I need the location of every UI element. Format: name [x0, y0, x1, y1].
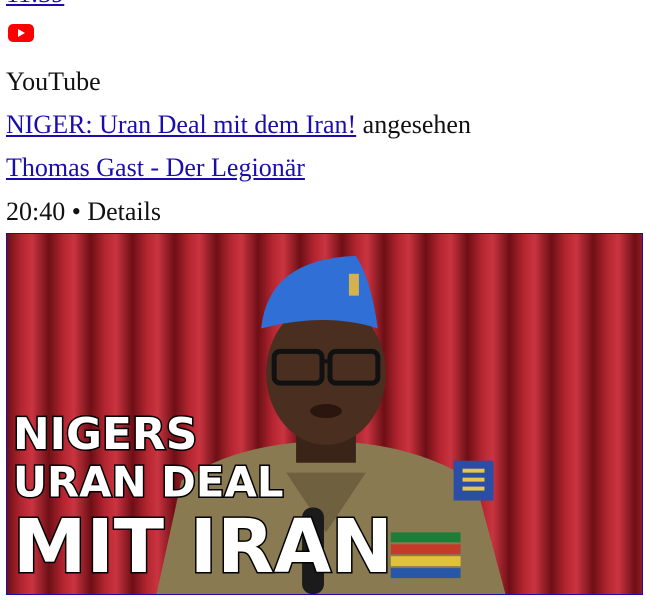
- top-cut-time-link[interactable]: 11:39: [6, 0, 64, 10]
- activity-time: 20:40: [6, 197, 66, 226]
- details-link[interactable]: Details: [87, 197, 161, 226]
- thumbnail-overlay-line-1: NIGERS: [13, 409, 197, 460]
- channel-link[interactable]: Thomas Gast - Der Legionär: [6, 153, 305, 182]
- youtube-icon: [8, 24, 34, 42]
- meta-line: 20:40 • Details: [6, 196, 161, 228]
- video-thumbnail-link[interactable]: NIGERS URAN DEAL MIT IRAN: [6, 233, 643, 595]
- channel-line: Thomas Gast - Der Legionär: [6, 152, 305, 184]
- action-label: angesehen: [362, 110, 471, 139]
- video-thumbnail: NIGERS URAN DEAL MIT IRAN: [7, 234, 642, 594]
- activity-line: NIGER: Uran Deal mit dem Iran! angesehen: [6, 109, 471, 141]
- video-title-link[interactable]: NIGER: Uran Deal mit dem Iran!: [6, 110, 356, 139]
- top-time-link[interactable]: 11:39: [6, 0, 64, 8]
- source-label: YouTube: [6, 67, 101, 96]
- thumbnail-overlay-line-2: URAN DEAL: [13, 458, 284, 507]
- thumbnail-overlay-line-3: MIT IRAN: [13, 505, 393, 590]
- separator-dot: •: [71, 197, 81, 226]
